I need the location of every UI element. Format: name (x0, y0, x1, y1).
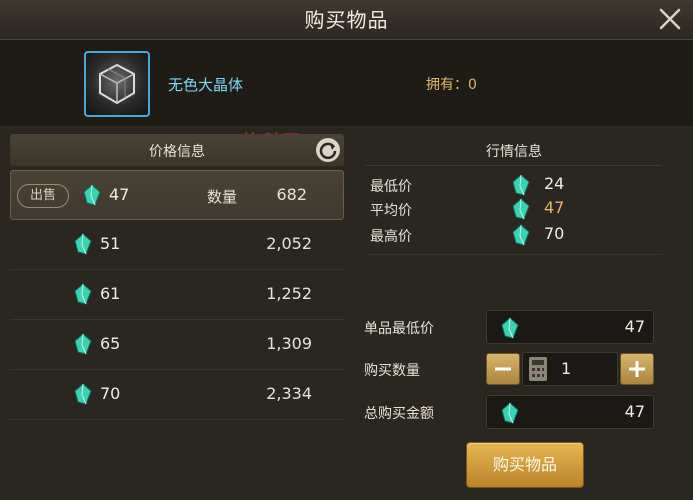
total-label: 总购买金额 (364, 406, 434, 422)
divider (366, 254, 662, 255)
row-price: 70 (100, 384, 121, 403)
gem-icon (74, 333, 92, 355)
price-row[interactable]: 61 1,252 (10, 270, 344, 320)
decrease-button[interactable] (486, 353, 520, 385)
market-label: 平均价 (370, 203, 412, 219)
gem-icon (501, 402, 519, 424)
gem-icon (501, 317, 519, 339)
plus-icon (629, 361, 645, 377)
crystal-cube-icon (84, 51, 150, 117)
owned-count: 拥有：0 (426, 77, 477, 93)
calculator-icon[interactable] (529, 357, 547, 381)
row-quantity: 682 (276, 185, 307, 204)
total-field: 47 (486, 395, 654, 429)
window-title: 购买物品 (304, 8, 389, 32)
gem-icon (512, 224, 530, 246)
row-quantity: 1,309 (266, 334, 312, 353)
title-bar: 购买物品 (0, 0, 693, 40)
quantity-value: 1 (561, 359, 572, 378)
market-row-max: 最高价 70 (370, 224, 650, 248)
market-header: 行情信息 (366, 134, 662, 166)
row-quantity: 2,052 (266, 234, 312, 253)
market-row-avg: 平均价 47 (370, 198, 650, 222)
unit-min-field: 47 (486, 310, 654, 344)
price-row[interactable]: 70 2,334 (10, 370, 344, 420)
item-name: 无色大晶体 (168, 76, 244, 94)
price-row[interactable]: 65 1,309 (10, 320, 344, 370)
row-price: 61 (100, 284, 121, 303)
close-icon[interactable] (657, 6, 683, 32)
gem-icon (74, 233, 92, 255)
sell-tag[interactable]: 出售 (17, 184, 69, 208)
gem-icon (74, 383, 92, 405)
market-header-label: 行情信息 (486, 144, 542, 160)
price-row[interactable]: 出售 47 数量 682 (10, 170, 344, 220)
price-panel: 价格信息 出售 47 数量 682 51 2,052 61 1,252 65 1… (10, 134, 344, 434)
quantity-form-label: 购买数量 (364, 363, 420, 379)
buy-button[interactable]: 购买物品 (466, 442, 584, 488)
market-label: 最低价 (370, 179, 412, 195)
row-price: 65 (100, 334, 121, 353)
item-info-bar: 无色大晶体 拥有：0 (0, 40, 693, 126)
row-quantity: 1,252 (266, 284, 312, 303)
price-row[interactable]: 51 2,052 (10, 220, 344, 270)
total-value: 47 (624, 402, 645, 421)
market-value: 70 (544, 224, 565, 243)
gem-icon (74, 283, 92, 305)
refresh-button[interactable] (316, 138, 340, 162)
increase-button[interactable] (620, 353, 654, 385)
quantity-input[interactable]: 1 (522, 352, 618, 386)
market-value: 47 (544, 198, 565, 217)
refresh-icon (319, 142, 337, 160)
unit-min-label: 单品最低价 (364, 321, 434, 337)
minus-icon (495, 367, 511, 371)
market-label: 最高价 (370, 229, 412, 245)
price-header: 价格信息 (10, 134, 344, 166)
price-header-label: 价格信息 (149, 144, 205, 160)
gem-icon (512, 174, 530, 196)
market-row-min: 最低价 24 (370, 174, 650, 198)
row-price: 51 (100, 234, 121, 253)
gem-icon (83, 184, 101, 206)
gem-icon (512, 198, 530, 220)
unit-min-value: 47 (624, 317, 645, 336)
row-price: 47 (109, 185, 130, 204)
row-quantity: 2,334 (266, 384, 312, 403)
quantity-label: 数量 (207, 188, 238, 206)
market-value: 24 (544, 174, 565, 193)
